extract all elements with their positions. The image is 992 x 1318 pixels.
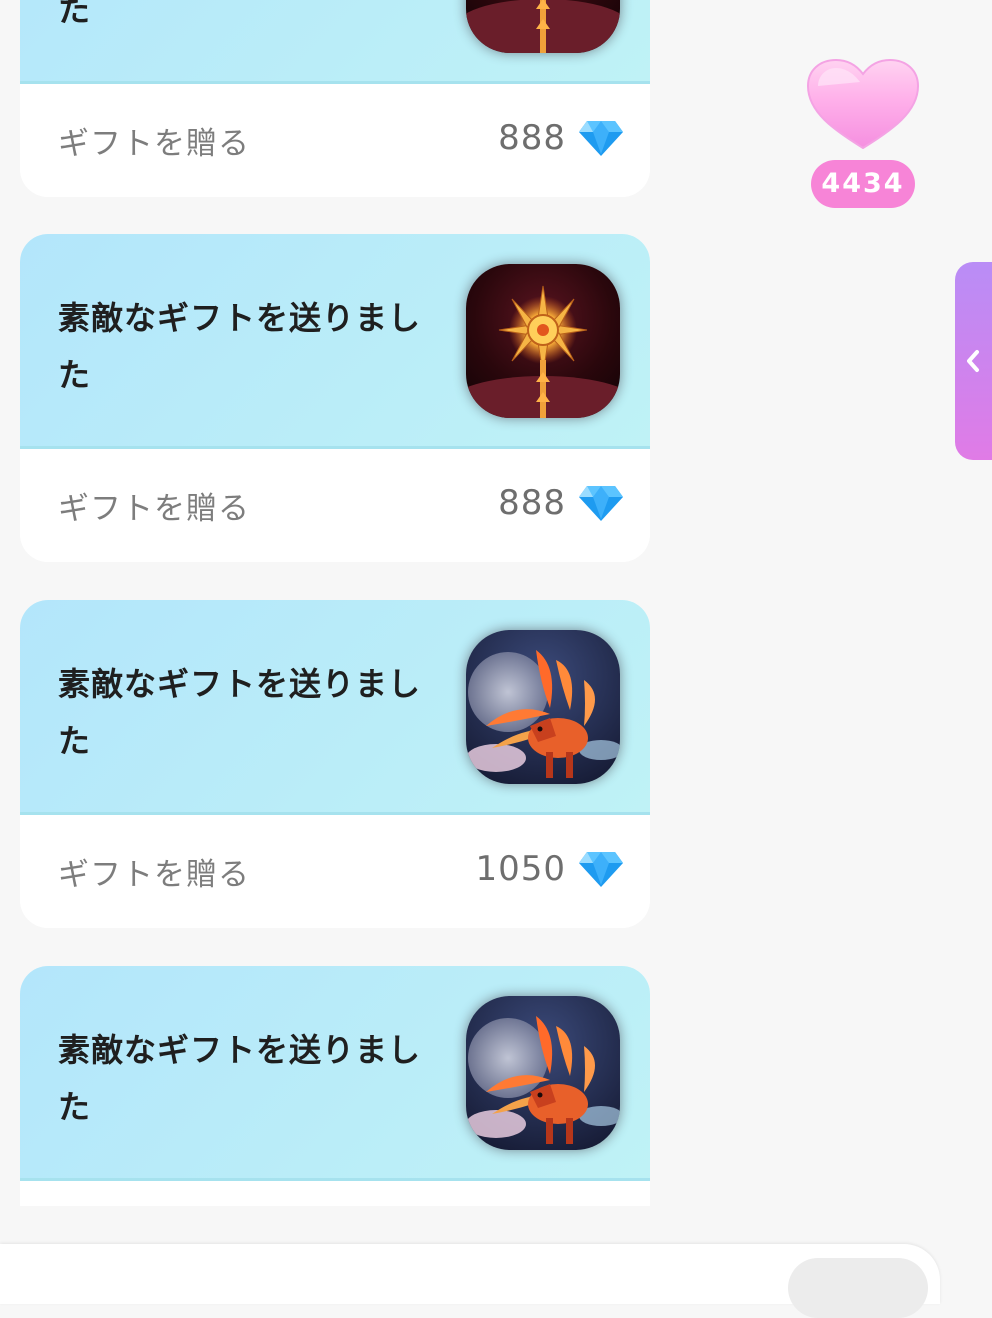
gift-card-banner: 素敵なギフトを送りました — [20, 966, 650, 1181]
gift-message: 素敵なギフトを送りました — [58, 1031, 422, 1126]
gift-price: 888 — [498, 483, 624, 523]
heart-counter[interactable]: 4434 — [806, 56, 920, 212]
gift-card: 素敵なギフトを送りました — [20, 600, 650, 928]
pink-heart-icon — [806, 58, 920, 150]
gift-price: 1050 — [475, 849, 624, 889]
gift-card-banner: 素敵なギフトを送りました — [20, 600, 650, 815]
gift-price: 888 — [498, 118, 624, 158]
gift-card: 素敵なギフトを送りました — [20, 966, 650, 1206]
send-gift-label[interactable]: ギフトを贈る — [58, 483, 250, 528]
gift-card: 素敵なギフトを送りました — [20, 234, 650, 562]
send-gift-row[interactable]: ギフトを贈る 1050 — [20, 815, 650, 928]
chevron-left-icon — [967, 350, 979, 372]
diamond-icon — [579, 121, 623, 156]
diamond-icon — [579, 486, 623, 521]
gift-message: 素敵なギフトを送りました — [58, 0, 92, 29]
golden-star-staff-icon[interactable] — [466, 264, 620, 418]
price-value: 888 — [498, 118, 566, 158]
heart-count-badge: 4434 — [811, 160, 915, 208]
gift-message: 素敵なギフトを送りました — [58, 665, 422, 760]
golden-star-staff-icon[interactable] — [466, 0, 620, 53]
side-drawer-tab[interactable] — [955, 262, 992, 460]
send-button[interactable] — [788, 1258, 928, 1318]
gift-card-banner: 素敵なギフトを送りました — [20, 0, 650, 84]
fire-fox-icon[interactable] — [466, 996, 620, 1150]
gift-card: 素敵なギフトを送りました ギフ — [20, 0, 650, 197]
price-value: 888 — [498, 483, 566, 523]
send-gift-label[interactable]: ギフトを贈る — [58, 849, 250, 894]
fire-fox-icon[interactable] — [466, 630, 620, 784]
gift-card-banner: 素敵なギフトを送りました — [20, 234, 650, 449]
send-gift-row[interactable]: ギフトを贈る 888 — [20, 449, 650, 562]
price-value: 1050 — [475, 849, 566, 889]
send-gift-row[interactable]: ギフトを贈る 888 — [20, 84, 650, 197]
diamond-icon — [579, 852, 623, 887]
send-gift-label[interactable]: ギフトを贈る — [58, 118, 250, 163]
gift-message: 素敵なギフトを送りました — [58, 299, 422, 394]
